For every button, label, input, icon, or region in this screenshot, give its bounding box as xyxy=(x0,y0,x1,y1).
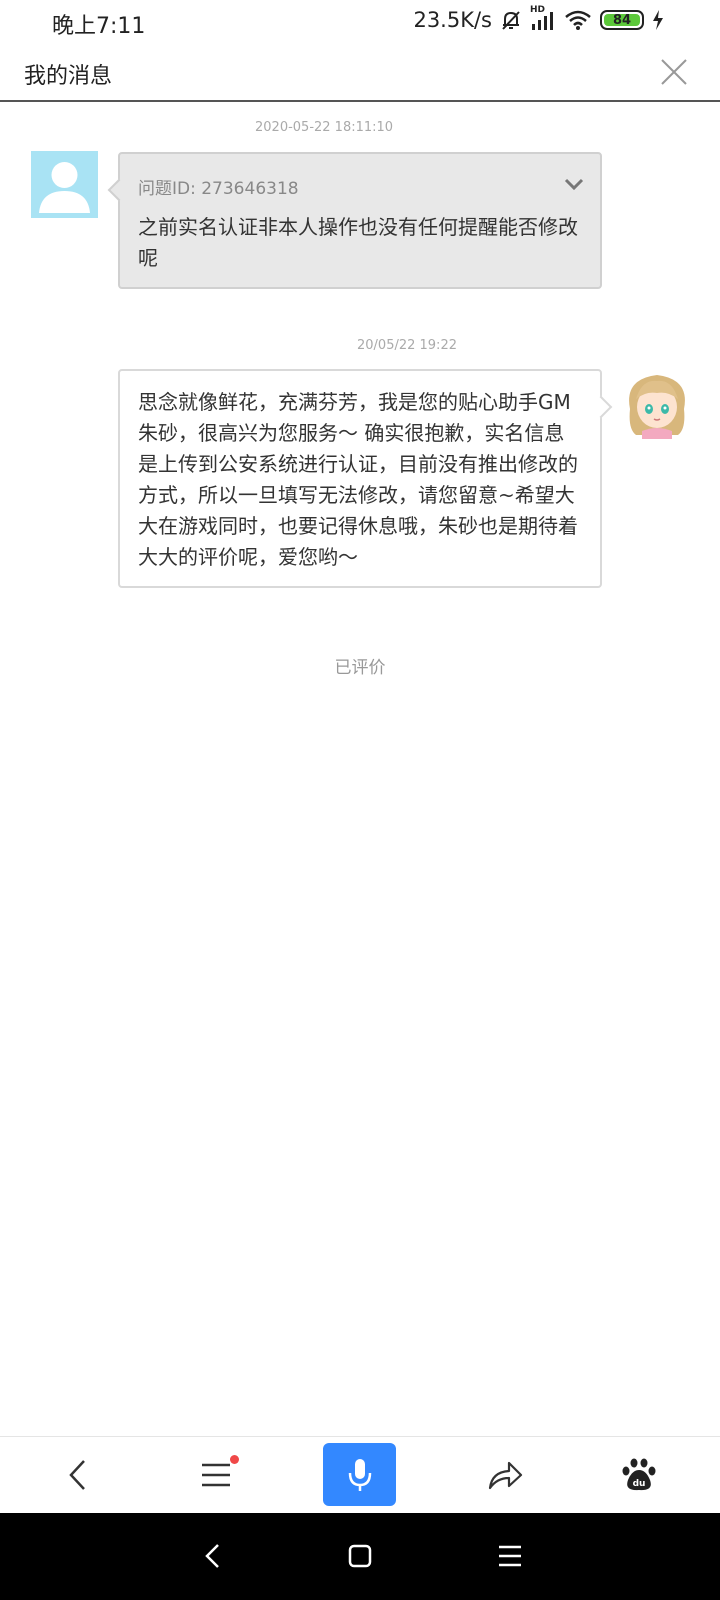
charging-icon xyxy=(653,10,663,30)
baidu-home-button[interactable]: du xyxy=(603,1437,675,1513)
back-icon xyxy=(69,1460,85,1490)
gm-avatar xyxy=(622,369,692,439)
mute-bell-icon xyxy=(502,11,520,30)
battery-level: 84 xyxy=(612,12,632,28)
bottom-toolbar: du xyxy=(0,1436,720,1513)
nav-home-button[interactable] xyxy=(337,1533,383,1579)
user-avatar xyxy=(31,151,98,218)
share-button[interactable] xyxy=(469,1437,541,1513)
status-bar: 晚上7:11 23.5K/s HD 84 xyxy=(0,0,720,44)
nav-back-icon xyxy=(205,1544,219,1568)
network-speed: 23.5K/s xyxy=(413,8,492,32)
menu-icon xyxy=(202,1463,230,1487)
chevron-down-icon xyxy=(564,178,584,191)
share-icon xyxy=(488,1461,523,1490)
gm-message-bubble: 思念就像鲜花，充满芬芳，我是您的贴心助手GM朱砂，很高兴为您服务～ 确实很抱歉，… xyxy=(118,369,613,588)
nav-recents-button[interactable] xyxy=(487,1533,533,1579)
wifi-icon xyxy=(565,10,591,30)
system-nav-bar xyxy=(0,1513,720,1600)
close-icon xyxy=(661,59,687,85)
page-title: 我的消息 xyxy=(24,64,113,89)
nav-recents-icon xyxy=(499,1545,521,1567)
back-button[interactable] xyxy=(42,1437,114,1513)
message-text: 思念就像鲜花，充满芬芳，我是您的贴心助手GM朱砂，很高兴为您服务～ 确实很抱歉，… xyxy=(138,390,578,569)
menu-button[interactable] xyxy=(180,1437,252,1513)
header: 我的消息 xyxy=(0,44,720,102)
mic-icon xyxy=(348,1458,371,1491)
status-indicators: 23.5K/s HD 84 xyxy=(413,5,664,32)
message-text: 之前实名认证非本人操作也没有任何提醒能否修改呢 xyxy=(138,215,578,270)
anime-girl-avatar-icon xyxy=(629,375,685,439)
user-silhouette-icon xyxy=(39,162,90,213)
voice-search-button[interactable] xyxy=(323,1443,396,1506)
message-timestamp: 20/05/22 19:22 xyxy=(357,338,457,353)
close-button[interactable] xyxy=(658,56,690,88)
rated-label: 已评价 xyxy=(334,658,386,678)
user-message-bubble: 问题ID: 273646318 之前实名认证非本人操作也没有任何提醒能否修改呢 xyxy=(107,152,602,289)
notification-dot xyxy=(230,1455,239,1464)
battery-icon: 84 xyxy=(600,10,644,30)
nav-back-button[interactable] xyxy=(190,1533,236,1579)
baidu-paw-icon: du xyxy=(622,1458,656,1491)
svg-text:du: du xyxy=(633,1479,646,1489)
status-time: 晚上7:11 xyxy=(52,14,146,39)
expand-toggle[interactable] xyxy=(564,176,584,195)
question-id: 问题ID: 273646318 xyxy=(138,179,299,199)
signal-icon: HD xyxy=(530,5,556,31)
nav-home-icon xyxy=(348,1544,372,1568)
message-timestamp: 2020-05-22 18:11:10 xyxy=(255,120,394,135)
